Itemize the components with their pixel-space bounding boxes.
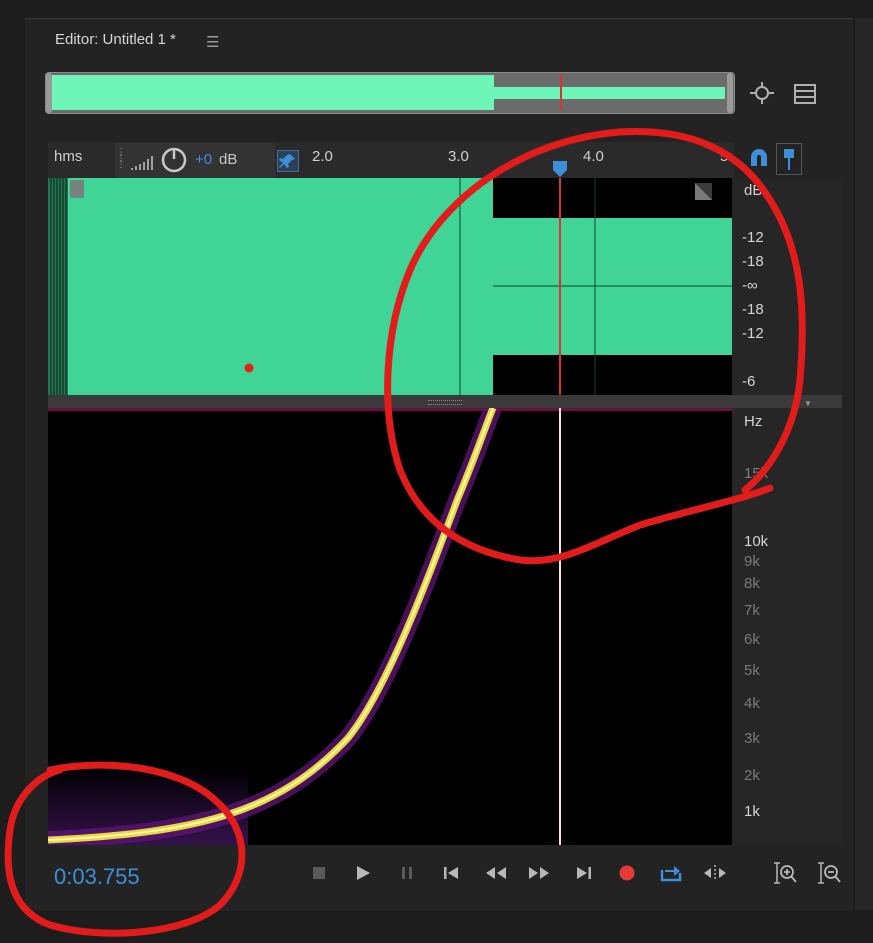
frequency-unit: Hz (744, 413, 763, 430)
frequency-label: 7k (744, 602, 760, 619)
fast-forward-icon[interactable] (525, 860, 553, 886)
marker-icon[interactable] (776, 143, 802, 175)
frequency-label: 6k (744, 631, 760, 648)
tick-label: 3.0 (448, 148, 469, 165)
playhead-marker[interactable] (552, 160, 568, 178)
stop-icon[interactable] (305, 860, 333, 886)
overview-waveform-tail (494, 87, 725, 99)
units-label[interactable]: hms (54, 148, 82, 165)
overview-playhead (560, 75, 562, 110)
tick-label: 5 (720, 148, 729, 165)
gain-value[interactable]: +0 (195, 151, 212, 168)
tick-label: 4.0 (583, 148, 604, 165)
amplitude-label: -6 (742, 373, 756, 390)
frequency-label: 9k (744, 553, 760, 570)
frequency-label: 5k (744, 662, 760, 679)
view-divider[interactable]: ▼ (48, 395, 842, 408)
amplitude-label: -12 (742, 325, 764, 342)
amplitude-label: -12 (742, 229, 764, 246)
overview-right-handle[interactable] (727, 73, 733, 113)
gain-knob-icon[interactable] (160, 146, 188, 174)
divider-collapse-icon[interactable]: ▼ (804, 399, 812, 408)
frequency-label: 10k (744, 533, 769, 550)
waveform-display[interactable] (48, 178, 732, 395)
overview-waveform-full (51, 75, 494, 110)
loop-icon[interactable] (657, 860, 685, 886)
snap-icon[interactable] (746, 146, 772, 172)
frequency-label: 15k (744, 465, 769, 482)
amplitude-label: -18 (742, 301, 764, 318)
gain-unit: dB (219, 151, 238, 168)
frequency-label: 8k (744, 575, 760, 592)
hamburger-menu-icon[interactable]: ☰ (206, 33, 219, 51)
amplitude-label: -18 (742, 253, 764, 270)
amplitude-label: -∞ (742, 277, 758, 294)
skip-start-icon[interactable] (437, 860, 465, 886)
volume-meter-icon (130, 150, 156, 172)
play-icon[interactable] (349, 860, 377, 886)
overview-options-icon[interactable] (794, 84, 816, 104)
side-panel-edge (855, 18, 873, 910)
frequency-label: 4k (744, 695, 760, 712)
frequency-label: 3k (744, 730, 760, 747)
zoom-out-amplitude-icon[interactable] (815, 860, 843, 886)
skip-selection-icon[interactable] (701, 860, 729, 886)
tick-label: 2.0 (312, 148, 333, 165)
frequency-label: 1k (744, 803, 760, 820)
zoom-in-amplitude-icon[interactable] (771, 860, 799, 886)
overview-bar[interactable] (45, 72, 735, 114)
divider-grip-icon[interactable] (428, 400, 462, 405)
rewind-icon[interactable] (482, 860, 510, 886)
pin-icon[interactable] (277, 150, 299, 172)
drag-handle-icon[interactable]: ⋮ ⋮ ⋮ (116, 148, 126, 174)
record-icon[interactable] (613, 860, 641, 886)
amplitude-unit: dB (744, 182, 763, 199)
current-time-display[interactable]: 0:03.755 (54, 864, 140, 890)
pause-icon[interactable] (393, 860, 421, 886)
skip-end-icon[interactable] (570, 860, 598, 886)
editor-title[interactable]: Editor: Untitled 1 * (55, 31, 176, 48)
frequency-label: 2k (744, 767, 760, 784)
zoom-fit-icon[interactable] (748, 80, 776, 108)
spectral-frequency-display[interactable] (48, 408, 732, 845)
overview-left-handle[interactable] (46, 73, 52, 113)
